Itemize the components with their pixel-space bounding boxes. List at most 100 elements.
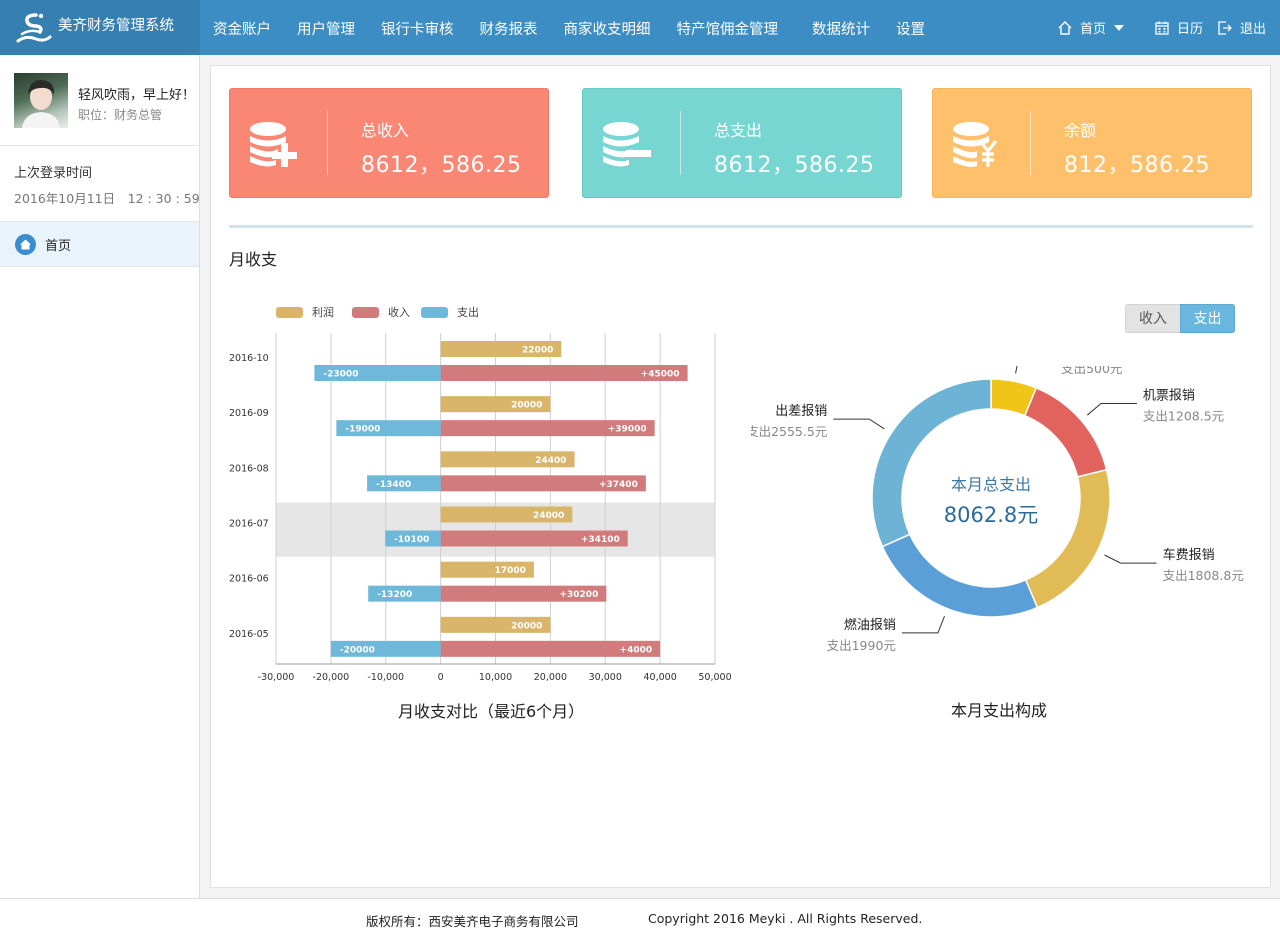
slice-value-label: 支出500元 bbox=[1061, 366, 1122, 376]
top-right-menu: 首页 日历 退出 bbox=[1057, 0, 1280, 55]
monthly-bar-chart: -30,000 -20,000 -10,000 0 10,000 20,000 30,000… bbox=[229, 333, 732, 683]
legend-item-expense[interactable]: 支出 bbox=[421, 304, 479, 320]
calendar-icon bbox=[1155, 21, 1169, 35]
card-divider bbox=[1030, 111, 1031, 175]
nav-commission[interactable]: 特产馆佣金管理 bbox=[664, 0, 792, 55]
donut-slice[interactable] bbox=[1023, 386, 1108, 478]
x-tick-label: -30,000 bbox=[258, 672, 295, 683]
home-label: 首页 bbox=[1079, 22, 1106, 37]
legend-label: 支出 bbox=[457, 306, 479, 319]
leader-line bbox=[1086, 402, 1137, 416]
app-title: 美齐财务管理系统 bbox=[58, 18, 174, 34]
legend-label: 收入 bbox=[388, 306, 410, 319]
x-tick-label: -20,000 bbox=[313, 672, 350, 683]
bar-income-label: +37400 bbox=[599, 480, 638, 490]
top-bar: 美齐财务管理系统 资金账户 用户管理 银行卡审核 财务报表 商家收支明细 特产馆… bbox=[0, 0, 1280, 55]
y-tick-label: 2016-06 bbox=[229, 574, 269, 585]
legend-swatch bbox=[352, 306, 379, 318]
donut-slice[interactable] bbox=[881, 533, 1039, 618]
toggle-income-button[interactable]: 收入 bbox=[1125, 304, 1180, 333]
toggle-expense-button[interactable]: 支出 bbox=[1180, 304, 1235, 333]
leader-line bbox=[833, 418, 885, 430]
slice-name-label: 车费报销 bbox=[1163, 547, 1215, 563]
sidebar-item-home[interactable]: 首页 bbox=[0, 222, 199, 267]
legend-label: 利润 bbox=[312, 306, 334, 319]
bar-profit-label: 24000 bbox=[533, 511, 564, 521]
donut-chart-caption: 本月支出构成 bbox=[951, 701, 1048, 720]
y-tick-label: 2016-07 bbox=[229, 519, 269, 530]
main-nav: 资金账户 用户管理 银行卡审核 财务报表 商家收支明细 特产馆佣金管理 数据统计… bbox=[200, 0, 938, 55]
nav-cards[interactable]: 银行卡审核 bbox=[368, 0, 467, 55]
slice-name-label: 燃油报销 bbox=[844, 617, 896, 633]
x-tick-label: 50,000 bbox=[698, 672, 731, 683]
section-divider bbox=[229, 225, 1253, 228]
calendar-label: 日历 bbox=[1176, 22, 1203, 37]
slice-name-label: 机票报销 bbox=[1143, 388, 1195, 403]
last-login: 上次登录时间 2016年10月11日 12 : 30 : 59 bbox=[0, 146, 200, 222]
slice-name-label: 出差报销 bbox=[775, 404, 827, 419]
expense-label: 总支出 bbox=[714, 121, 763, 140]
bar-income-label: +39000 bbox=[608, 425, 647, 435]
footer-copyright-cn: 版权所有：西安美齐电子商务有限公司 bbox=[366, 914, 579, 929]
balance-card[interactable]: 余额 812，586.25 bbox=[932, 88, 1252, 198]
leader-line bbox=[1015, 366, 1018, 374]
bar-income-label: +34100 bbox=[581, 535, 620, 545]
expense-value: 8612，586.25 bbox=[714, 153, 875, 178]
logout-label: 退出 bbox=[1239, 22, 1266, 37]
x-tick-label: 30,000 bbox=[589, 672, 622, 683]
avatar-image bbox=[22, 79, 60, 128]
x-tick-label: 40,000 bbox=[644, 672, 677, 683]
legend-item-profit[interactable]: 利润 bbox=[276, 304, 334, 320]
bar-expense-label: -13200 bbox=[377, 590, 412, 600]
footer-copyright-en: Copyright 2016 Meyki . All Rights Reserv… bbox=[648, 911, 923, 926]
income-card[interactable]: 总收入 8612，586.25 bbox=[229, 88, 549, 198]
logo-icon bbox=[16, 12, 52, 42]
sidebar-item-label: 首页 bbox=[45, 238, 72, 254]
donut-slice[interactable] bbox=[1024, 468, 1111, 609]
coins-plus-icon bbox=[250, 122, 297, 167]
home-link[interactable]: 首页 bbox=[1057, 18, 1140, 37]
section-title: 月收支 bbox=[229, 250, 278, 269]
nav-users[interactable]: 用户管理 bbox=[284, 0, 368, 55]
nav-settings[interactable]: 设置 bbox=[883, 0, 938, 55]
nav-funds[interactable]: 资金账户 bbox=[200, 0, 284, 55]
leader-line bbox=[1104, 554, 1157, 564]
y-tick-label: 2016-08 bbox=[229, 463, 269, 474]
bar-income-label: +4000 bbox=[620, 645, 653, 655]
leader-line bbox=[901, 616, 945, 634]
legend-item-income[interactable]: 收入 bbox=[352, 304, 410, 320]
card-divider bbox=[327, 111, 328, 175]
expense-card[interactable]: 总支出 8612，586.25 bbox=[582, 88, 902, 198]
greeting: 轻风吹雨，早上好！ bbox=[78, 88, 196, 103]
slice-value-label: 支出2555.5元 bbox=[751, 424, 827, 439]
balance-label: 余额 bbox=[1064, 121, 1097, 140]
y-tick-label: 2016-10 bbox=[229, 353, 269, 364]
nav-merchant[interactable]: 商家收支明细 bbox=[551, 0, 664, 55]
bar-profit-label: 24400 bbox=[535, 456, 566, 466]
calendar-link[interactable]: 日历 bbox=[1154, 18, 1203, 37]
logout-icon bbox=[1218, 20, 1232, 35]
income-value: 8612，586.25 bbox=[361, 153, 522, 178]
slice-value-label: 支出1808.8元 bbox=[1163, 568, 1244, 583]
y-tick-label: 2016-05 bbox=[229, 629, 269, 640]
bar-profit-label: 20000 bbox=[511, 621, 542, 631]
chevron-down-icon[interactable] bbox=[1113, 24, 1124, 31]
legend-swatch bbox=[421, 306, 448, 318]
coins-minus-icon bbox=[603, 122, 651, 167]
nav-stats[interactable]: 数据统计 bbox=[799, 0, 883, 55]
bar-expense-label: -23000 bbox=[323, 370, 358, 380]
legend-swatch bbox=[276, 306, 303, 318]
logout-link[interactable]: 退出 bbox=[1217, 18, 1266, 37]
slice-value-label: 支出1208.5元 bbox=[1143, 408, 1224, 423]
bar-expense-label: -19000 bbox=[345, 425, 380, 435]
footer: 版权所有：西安美齐电子商务有限公司 Copyright 2016 Meyki .… bbox=[0, 898, 1280, 936]
bar-income-label: +45000 bbox=[641, 370, 680, 380]
logo[interactable]: 美齐财务管理系统 bbox=[0, 0, 200, 55]
expense-donut-chart: 租房报销支出500元机票报销支出1208.5元车费报销支出1808.8元燃油报销… bbox=[751, 366, 1244, 653]
coins-yen-icon bbox=[953, 122, 998, 167]
bar-profit-label: 20000 bbox=[511, 401, 542, 411]
avatar[interactable] bbox=[14, 73, 68, 128]
last-login-time: 2016年10月11日 12 : 30 : 59 bbox=[14, 191, 200, 206]
nav-reports[interactable]: 财务报表 bbox=[467, 0, 551, 55]
last-login-label: 上次登录时间 bbox=[14, 166, 93, 181]
